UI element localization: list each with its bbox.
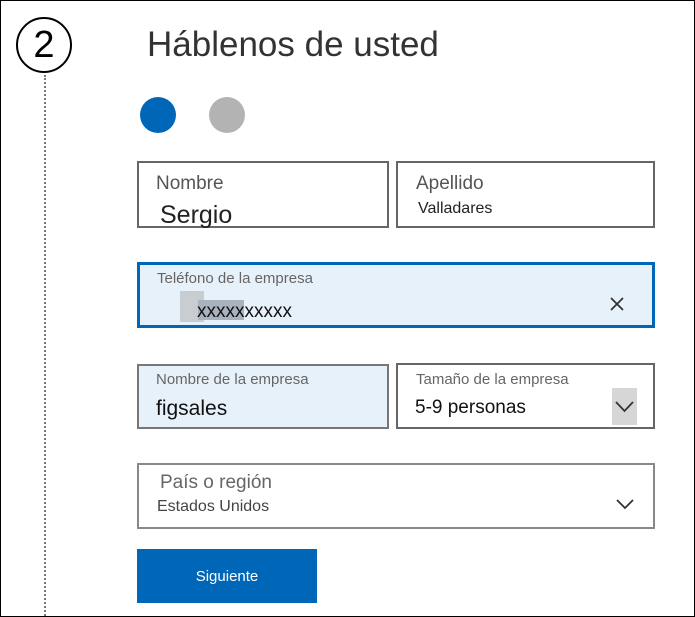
country-label: País o región	[160, 472, 272, 493]
company-name-label: Nombre de la empresa	[156, 371, 309, 388]
company-phone-label: Teléfono de la empresa	[157, 270, 313, 287]
step-number-badge: 2	[16, 17, 72, 73]
last-name-field[interactable]: Apellido Valladares	[396, 161, 655, 228]
company-phone-field[interactable]: Teléfono de la empresa xxxxxxxxxx	[137, 262, 655, 328]
progress-dot-active	[140, 97, 176, 133]
company-name-value[interactable]: figsales	[156, 397, 227, 421]
company-name-field[interactable]: Nombre de la empresa figsales	[137, 364, 389, 429]
step-connector-line	[44, 75, 46, 616]
company-size-value: 5-9 personas	[415, 397, 526, 418]
signup-panel: 2 Háblenos de usted Nombre Sergio Apelli…	[0, 0, 695, 617]
last-name-value[interactable]: Valladares	[418, 200, 492, 218]
chevron-down-icon[interactable]	[615, 497, 635, 516]
country-value: Estados Unidos	[157, 498, 270, 515]
first-name-label: Nombre	[156, 173, 224, 194]
next-button[interactable]: Siguiente	[137, 549, 317, 603]
close-icon[interactable]	[608, 295, 626, 313]
first-name-value[interactable]: Sergio	[160, 201, 232, 230]
chevron-down-icon[interactable]	[612, 388, 637, 425]
progress-dot-inactive	[209, 97, 245, 133]
company-size-select[interactable]: Tamaño de la empresa 5-9 personas	[396, 363, 655, 429]
page-title: Háblenos de usted	[147, 25, 439, 64]
last-name-label: Apellido	[416, 173, 484, 194]
company-phone-value[interactable]: xxxxxxxxxx	[197, 301, 292, 323]
country-select[interactable]: País o región Estados Unidos	[137, 463, 655, 529]
company-size-label: Tamaño de la empresa	[416, 371, 569, 388]
first-name-field[interactable]: Nombre Sergio	[137, 161, 389, 230]
